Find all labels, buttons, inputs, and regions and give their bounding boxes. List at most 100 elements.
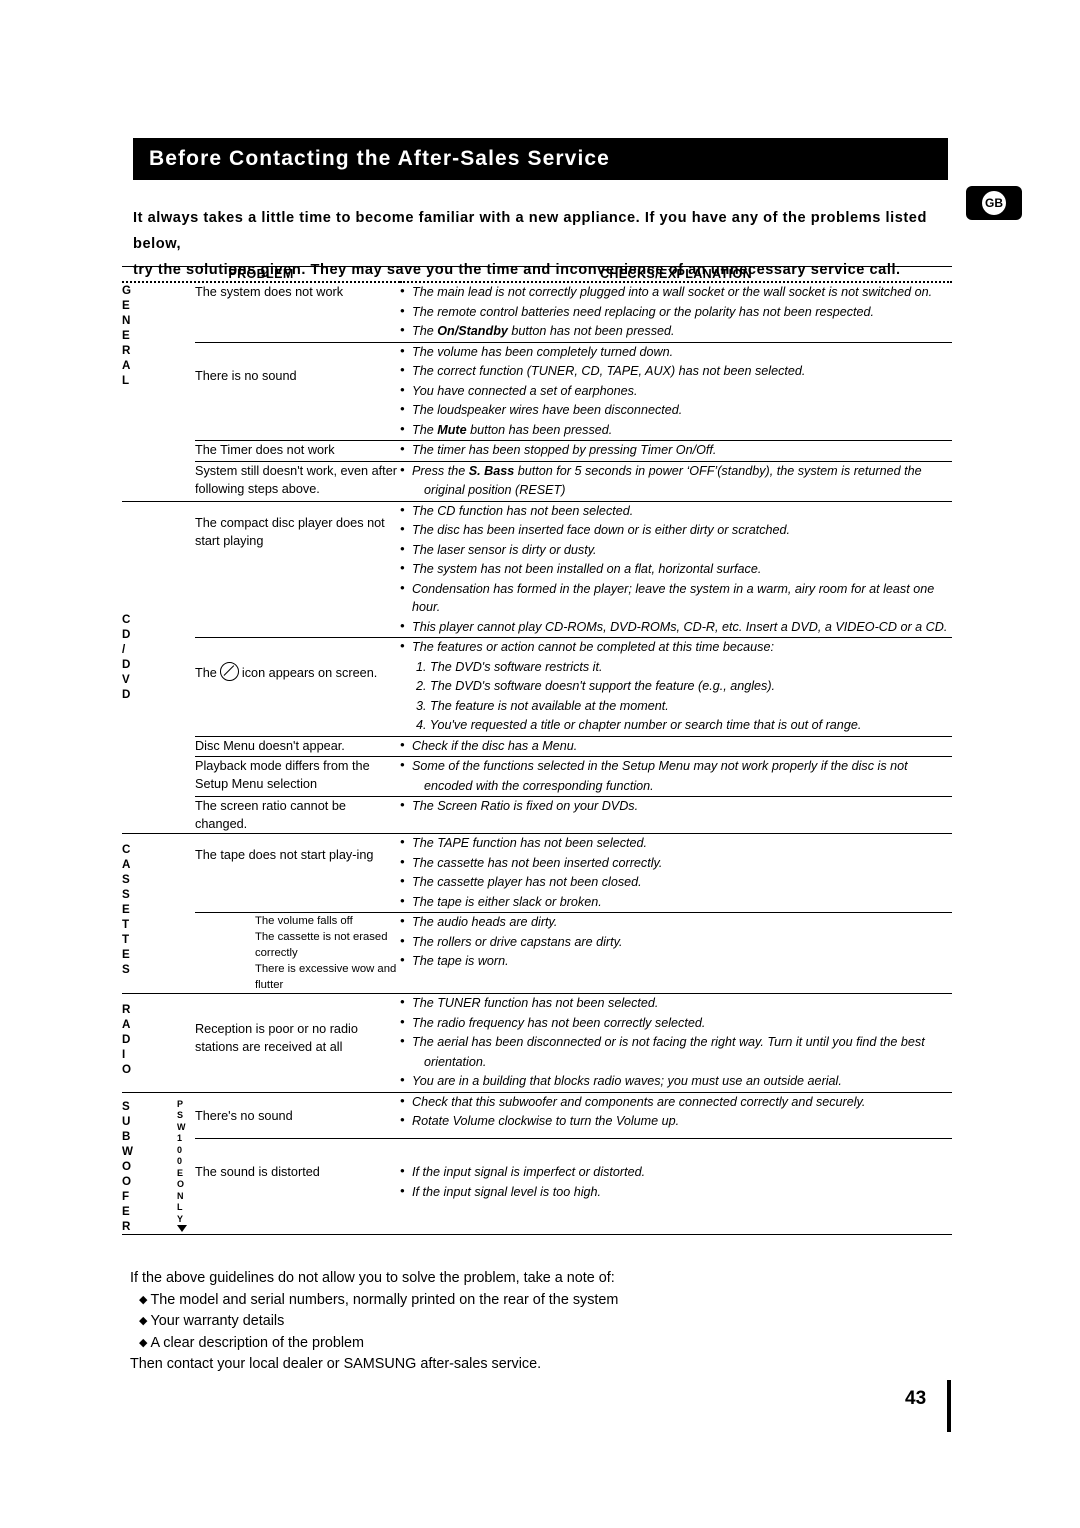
spacer-cell — [177, 833, 195, 994]
cat-letter: Y — [177, 1213, 184, 1224]
checks-cell: The main lead is not correctly plugged i… — [400, 282, 953, 343]
problem-cell: System still doesn't work, even after fo… — [195, 461, 401, 502]
check-item: The loudspeaker wires have been disconne… — [400, 400, 952, 420]
page-title: Before Contacting the After-Sales Servic… — [149, 147, 610, 170]
cat-letter: O — [122, 1174, 132, 1188]
category-subwoofer-model: P S W 1 0 0 E O N L Y — [177, 1092, 195, 1235]
check-item: The audio heads are dirty. — [400, 912, 952, 932]
table-row: Disc Menu doesn't appear. Check if the d… — [122, 736, 953, 757]
table-row: The sound is distorted If the input sign… — [122, 1138, 953, 1235]
table-row: There is no sound The volume has been co… — [122, 342, 953, 441]
spacer-cell — [177, 283, 195, 502]
diamond-icon: ◆ — [139, 1315, 148, 1327]
table-header-row: PROBLEM CHECKS/EXPLANATION — [122, 266, 953, 281]
cat-letter: A — [122, 359, 131, 372]
cat-letter: C — [122, 843, 131, 856]
problem-text-pre: The — [195, 666, 217, 680]
footer-bullet-3-text: A clear description of the problem — [150, 1334, 365, 1351]
check-item-cont: orientation. — [424, 1054, 487, 1069]
check-item: The On/Standby button has not been press… — [400, 321, 952, 341]
cat-letter: D — [122, 687, 131, 701]
problem-cell: Playback mode differs from the Setup Men… — [195, 756, 401, 797]
check-item: The tape is worn. — [400, 951, 952, 971]
spacer-cell — [177, 993, 195, 1093]
checks-cell: The volume has been completely turned do… — [400, 342, 953, 441]
no-entry-icon — [219, 662, 239, 681]
footer-bullet-2-text: Your warranty details — [150, 1313, 285, 1329]
check-item: The TAPE function has not been selected. — [400, 833, 952, 853]
category-radio: R A D I O — [122, 993, 177, 1093]
checks-cell: Check if the disc has a Menu. — [400, 736, 953, 757]
footer-bullet-2: ◆ Your warranty details — [130, 1311, 960, 1333]
check-item: 4. You've requested a title or chapter n… — [416, 718, 862, 732]
check-item: The radio frequency has not been correct… — [400, 1013, 952, 1033]
cat-letter: A — [122, 1018, 131, 1031]
check-item-cont: encoded with the corresponding function. — [424, 778, 654, 793]
intro-line-1: It always takes a little time to become … — [133, 210, 927, 252]
cat-letter: E — [122, 299, 130, 312]
footer-bullet-1: ◆ The model and serial numbers, normally … — [130, 1290, 960, 1312]
cat-letter: E — [122, 1204, 130, 1218]
footer-notes: If the above guidelines do not allow you… — [130, 1268, 960, 1376]
cat-letter: V — [122, 672, 130, 686]
checks-cell: The TAPE function has not been selected.… — [400, 833, 953, 913]
footer-bullet-3: ◆ A clear description of the problem — [130, 1333, 960, 1355]
region-badge-label: GB — [982, 191, 1006, 215]
table-row: The screen ratio cannot be changed. The … — [122, 796, 953, 834]
cat-letter: T — [122, 933, 130, 946]
page-number-bar — [947, 1380, 951, 1432]
page-number: 43 — [905, 1388, 927, 1409]
check-item: The TUNER function has not been selected… — [400, 993, 952, 1013]
header-problem: PROBLEM — [228, 267, 294, 281]
checks-cell: Some of the functions selected in the Se… — [400, 756, 953, 797]
problem-cell: The icon appears on screen. — [195, 637, 401, 737]
cat-letter: 1 — [177, 1133, 183, 1143]
problem-cell: The system does not work — [195, 283, 401, 343]
cat-letter: 0 — [177, 1156, 183, 1166]
problem-line: There is excessive wow and flutter — [255, 963, 397, 991]
cat-letter: E — [122, 948, 130, 961]
check-item: The features or action cannot be complet… — [400, 637, 952, 657]
cat-letter: O — [177, 1179, 185, 1189]
cat-letter: I — [122, 1048, 126, 1061]
table-row: The volume falls off The cassette is not… — [122, 912, 953, 994]
cat-letter: G — [122, 284, 132, 297]
cat-letter: / — [122, 642, 126, 656]
table-row: Playback mode differs from the Setup Men… — [122, 756, 953, 797]
problem-cell: The screen ratio cannot be changed. — [195, 796, 401, 834]
check-item: If the input signal is imperfect or dist… — [400, 1162, 952, 1182]
cat-letter: S — [122, 963, 130, 976]
checks-cell: The CD function has not been selected. T… — [400, 501, 953, 638]
problem-cell: The Timer does not work — [195, 440, 401, 462]
cat-letter: E — [177, 1167, 184, 1178]
problem-line: The volume falls off — [255, 915, 353, 927]
cat-letter: O — [122, 1159, 132, 1173]
problem-cell: Reception is poor or no radio stations a… — [195, 993, 401, 1093]
table-row: System still doesn't work, even after fo… — [122, 461, 953, 502]
problem-cell: The compact disc player does not start p… — [195, 501, 401, 638]
cat-letter: L — [122, 374, 130, 387]
check-item: You are in a building that blocks radio … — [400, 1071, 952, 1091]
cat-letter: C — [122, 612, 131, 626]
document-page: Before Contacting the After-Sales Servic… — [0, 0, 1080, 1528]
header-checks: CHECKS/EXPLANATION — [599, 267, 753, 281]
problem-cell: The tape does not start play-ing — [195, 833, 401, 913]
cat-letter: S — [122, 1099, 130, 1113]
checks-cell: The Screen Ratio is fixed on your DVDs. — [400, 796, 953, 834]
check-item-cont: original position (RESET) — [424, 483, 566, 497]
cat-letter: F — [122, 1189, 130, 1203]
cat-letter: S — [122, 873, 130, 886]
checks-cell: Check that this subwoofer and components… — [400, 1092, 953, 1140]
check-item: Condensation has formed in the player; l… — [400, 579, 952, 617]
cat-letter: B — [122, 1129, 131, 1143]
spacer-cell — [177, 501, 195, 834]
table-row: S U B W O O F E R P S W 1 0 0 E O N L Y … — [122, 1092, 953, 1235]
check-item: The rollers or drive capstans are dirty. — [400, 932, 952, 952]
cat-letter: D — [122, 1033, 131, 1046]
check-item: The volume has been completely turned do… — [400, 342, 952, 362]
cat-letter: W — [177, 1121, 186, 1132]
check-item: 3. The feature is not available at the m… — [416, 698, 669, 713]
cat-letter: T — [122, 918, 130, 931]
check-item: This player cannot play CD-ROMs, DVD-ROM… — [400, 617, 952, 637]
check-item: The cassette has not been inserted corre… — [400, 853, 952, 873]
